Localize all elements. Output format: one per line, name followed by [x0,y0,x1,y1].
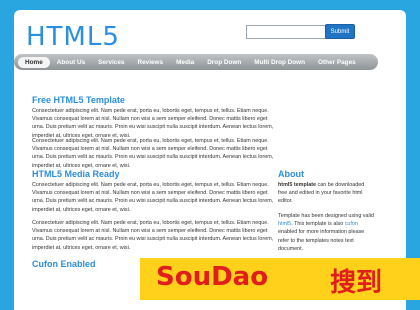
cufon-link[interactable]: cufon [345,221,358,227]
main-nav: Home About Us Services Reviews Media Dro… [14,54,378,70]
watermark-logo-text: SouDao [156,262,269,292]
section-paragraph: Consectetuer adipiscing elit. Nam pede e… [32,108,274,139]
sidebar-text: Template has been designed using valid [278,213,374,219]
section-title-cufon-enabled: Cufon Enabled [32,259,96,269]
section-paragraph: Consectetuer adipiscing elit. Nam pede e… [32,220,274,251]
sidebar-text: enabled for more information please refe… [278,229,365,252]
sidebar-bold-text: html5 template [278,182,317,188]
nav-item-about-us[interactable]: About Us [51,57,91,68]
sidebar-title-about: About [278,169,304,179]
nav-item-media[interactable]: Media [170,57,200,68]
sidebar-paragraph: html5 template can be downloaded free an… [278,181,374,206]
section-title-free-template: Free HTML5 Template [32,95,125,105]
section-paragraph: Consectetuer adipiscing elit. Nam pede e… [32,138,274,169]
site-logo[interactable]: HTML5 [26,22,120,52]
section-paragraph: Consectetuer adipiscing elit. Nam pede e… [32,182,274,213]
section-title-media-ready: HTML5 Media Ready [32,169,120,179]
nav-item-multi-drop-down[interactable]: Multi Drop Down [248,57,311,68]
nav-item-services[interactable]: Services [92,57,130,68]
watermark-logo-cn: 搜到 [330,268,383,298]
sidebar-text: . This template is also [291,221,345,228]
search-submit-button[interactable]: Submit [325,24,355,39]
nav-item-reviews[interactable]: Reviews [131,57,169,68]
sidebar-paragraph: Template has been designed using valid h… [278,212,374,253]
search-input[interactable] [246,25,330,39]
nav-item-other-pages[interactable]: Other Pages [312,57,362,68]
html5-link[interactable]: html5 [278,221,291,227]
nav-item-home[interactable]: Home [18,56,50,68]
nav-item-drop-down[interactable]: Drop Down [201,57,247,68]
